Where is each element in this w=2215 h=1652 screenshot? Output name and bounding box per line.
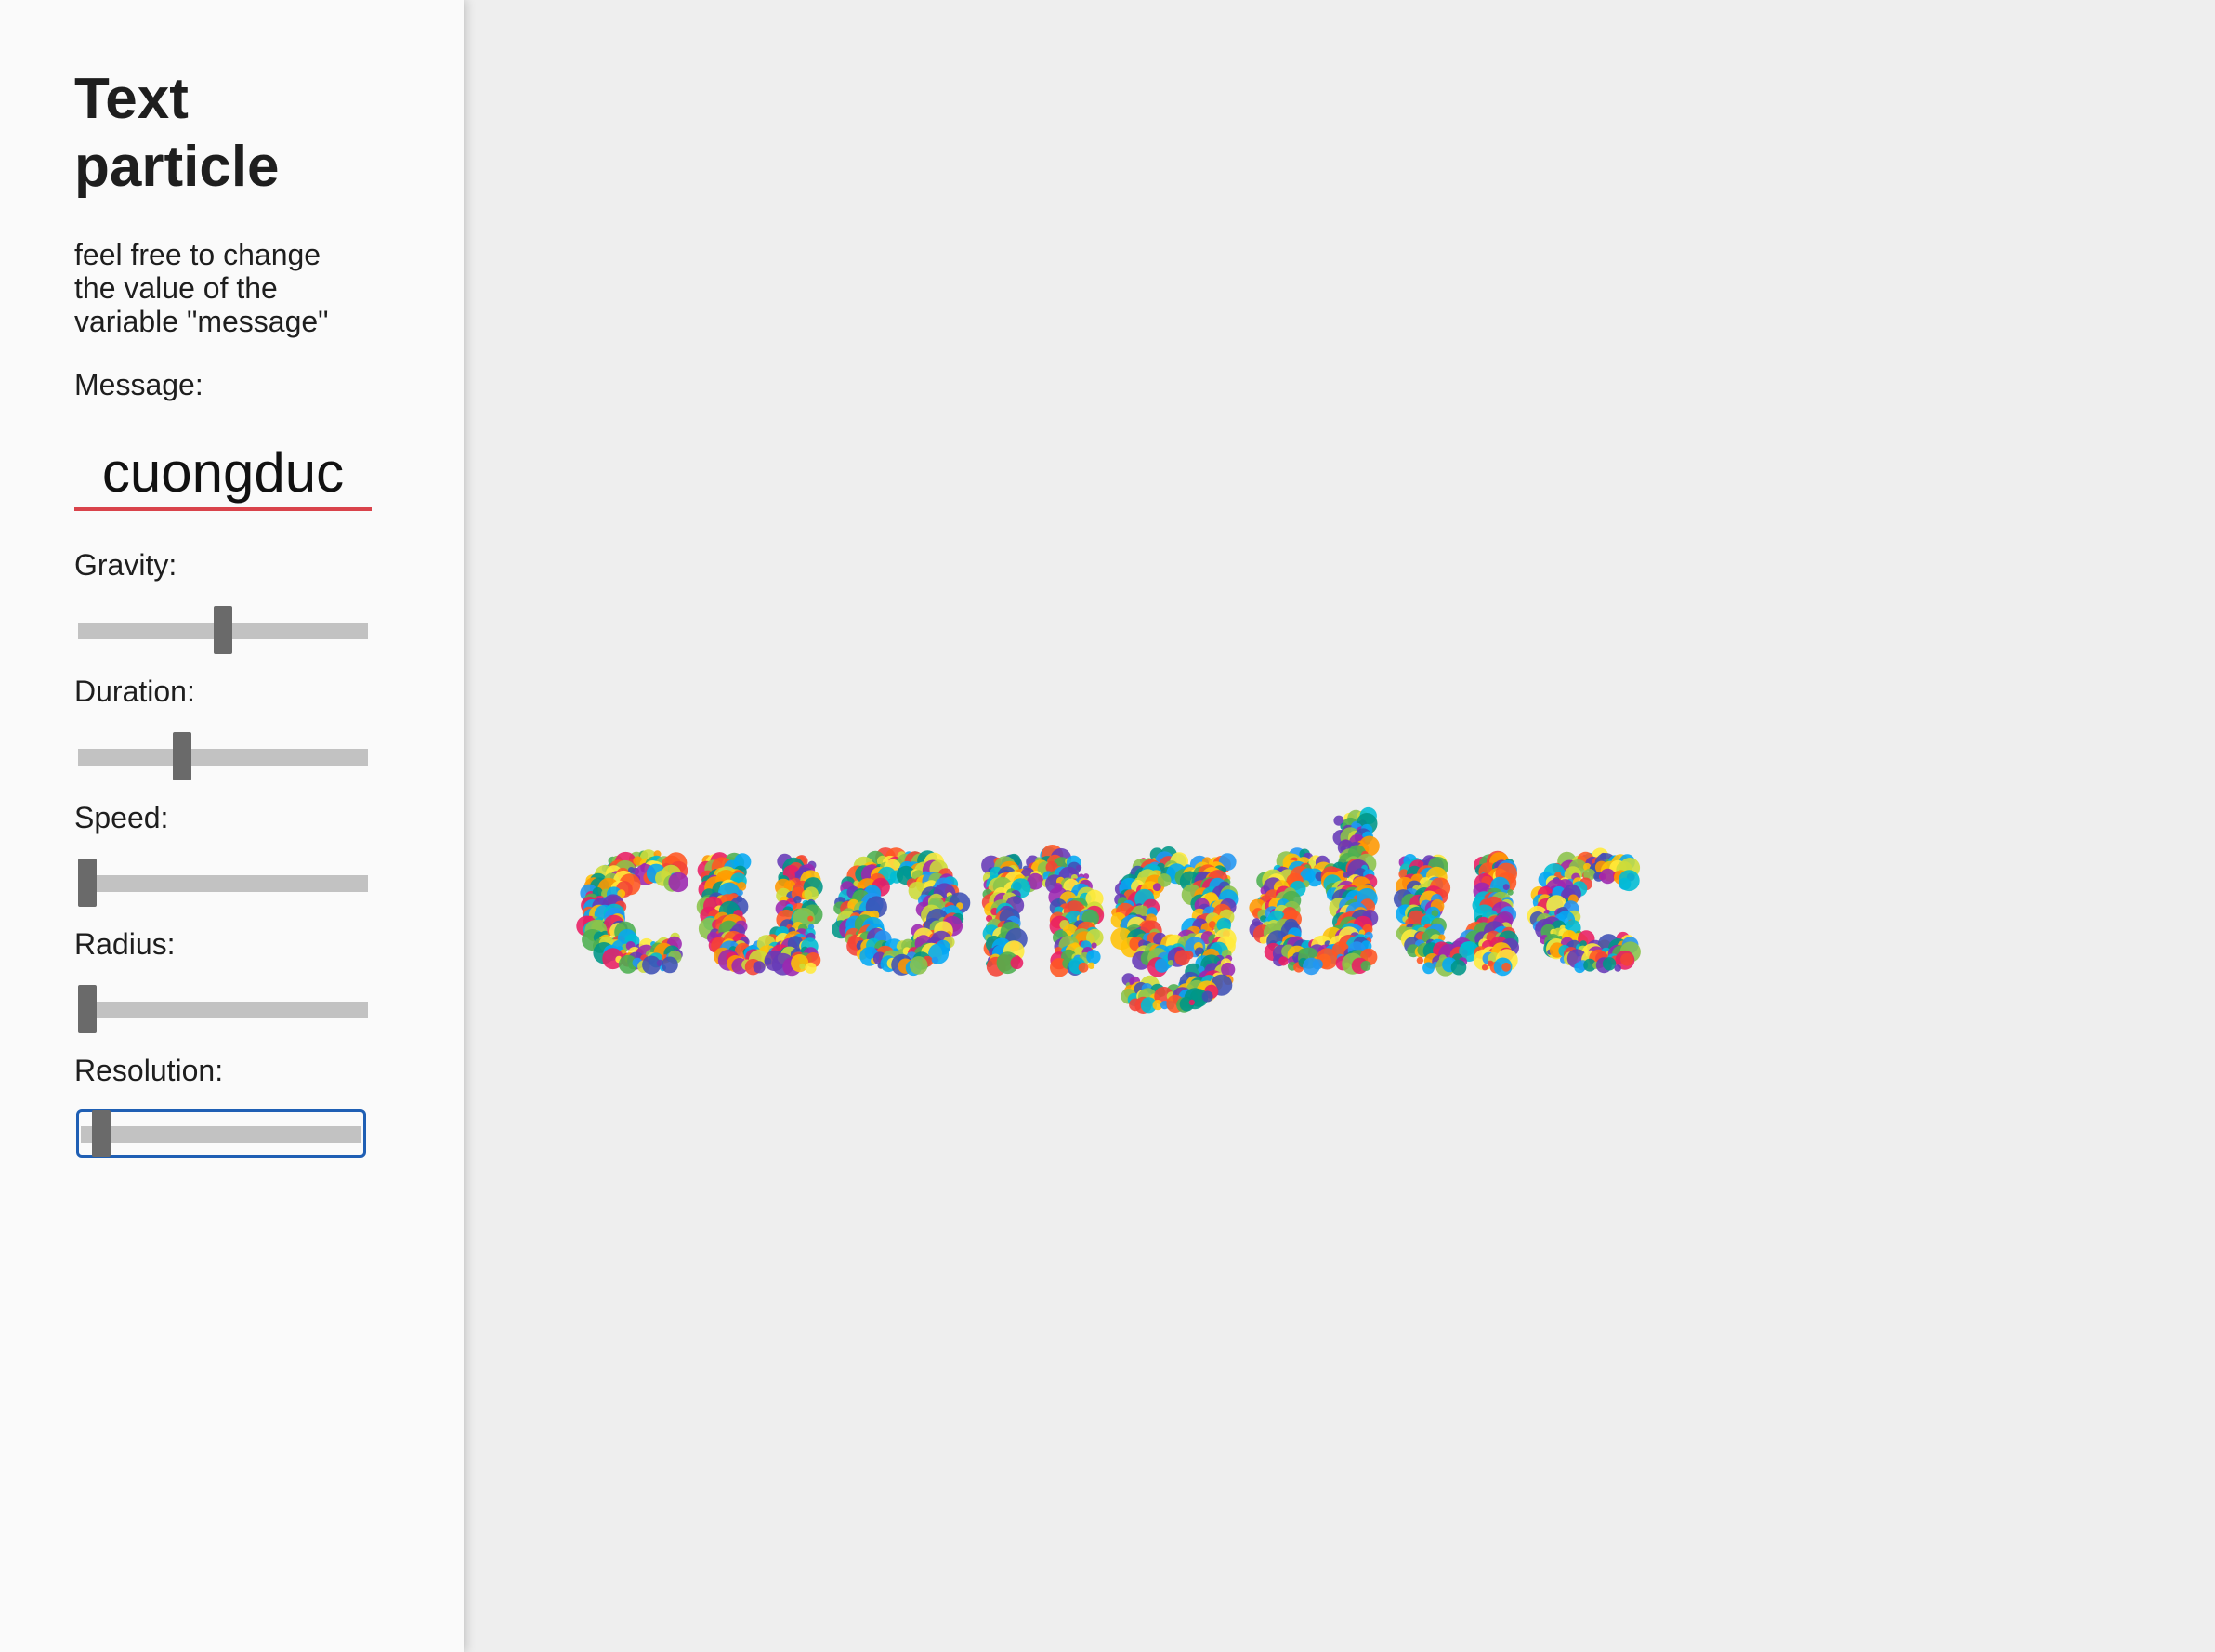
radius-slider-track [78,1002,368,1018]
gravity-slider[interactable] [78,606,368,654]
text-particle [1278,956,1289,966]
speed-slider-thumb[interactable] [78,859,97,907]
radius-slider[interactable] [78,985,368,1033]
speed-slider-track [78,875,368,892]
text-particle [799,963,806,970]
app-root: Text particle feel free to change the va… [0,0,2215,1652]
text-particle [793,896,802,904]
particle-canvas[interactable] [464,0,2215,1652]
text-particle [1010,956,1024,970]
message-label: Message: [74,368,203,401]
text-particle [1502,884,1510,890]
speed-slider[interactable] [78,859,368,907]
text-particle [1167,960,1174,966]
text-particle [804,886,819,901]
resolution-slider[interactable] [76,1109,366,1158]
text-particle [909,956,928,975]
text-particle [1501,962,1511,972]
duration-slider-thumb[interactable] [173,732,192,780]
text-particle [931,956,939,964]
text-particle [1343,872,1349,878]
text-particle [1450,959,1467,976]
text-particle [1201,990,1213,1003]
description-text: feel free to change the value of the var… [74,238,329,338]
text-particle [1481,964,1488,971]
text-particle [1087,962,1095,970]
text-particle [1174,950,1190,966]
text-particle [1086,950,1101,964]
resolution-slider-thumb[interactable] [92,1110,111,1157]
text-particle [1078,962,1089,973]
text-particle [1154,958,1170,973]
resolution-label: Resolution: [74,1054,224,1087]
message-input[interactable] [74,437,372,511]
text-particle [753,961,766,974]
page-title: Text particle [74,67,280,199]
gravity-label: Gravity: [74,548,177,582]
text-particle [1152,883,1161,892]
text-particle [1312,959,1323,970]
text-particle [662,956,678,974]
text-particle [1076,864,1082,872]
text-particle [807,915,814,922]
duration-slider[interactable] [78,732,368,780]
duration-slider-track [78,749,368,766]
text-particle [1620,952,1634,966]
particle-text-svg [576,806,1641,1014]
text-particle [1188,999,1195,1006]
text-particle [1614,964,1621,972]
text-particle [668,872,688,893]
text-particle [805,962,817,974]
radius-label: Radius: [74,927,176,961]
text-particle [1360,961,1371,971]
text-particle [1602,957,1617,971]
speed-label: Speed: [74,801,169,834]
gravity-slider-thumb[interactable] [214,606,232,654]
controls-sidebar: Text particle feel free to change the va… [0,0,464,1652]
duration-label: Duration: [74,675,195,708]
text-particle [1416,956,1424,964]
text-particle [1618,870,1640,892]
radius-slider-thumb[interactable] [78,985,97,1033]
resolution-slider-track [81,1126,361,1143]
text-particle [1091,942,1097,949]
